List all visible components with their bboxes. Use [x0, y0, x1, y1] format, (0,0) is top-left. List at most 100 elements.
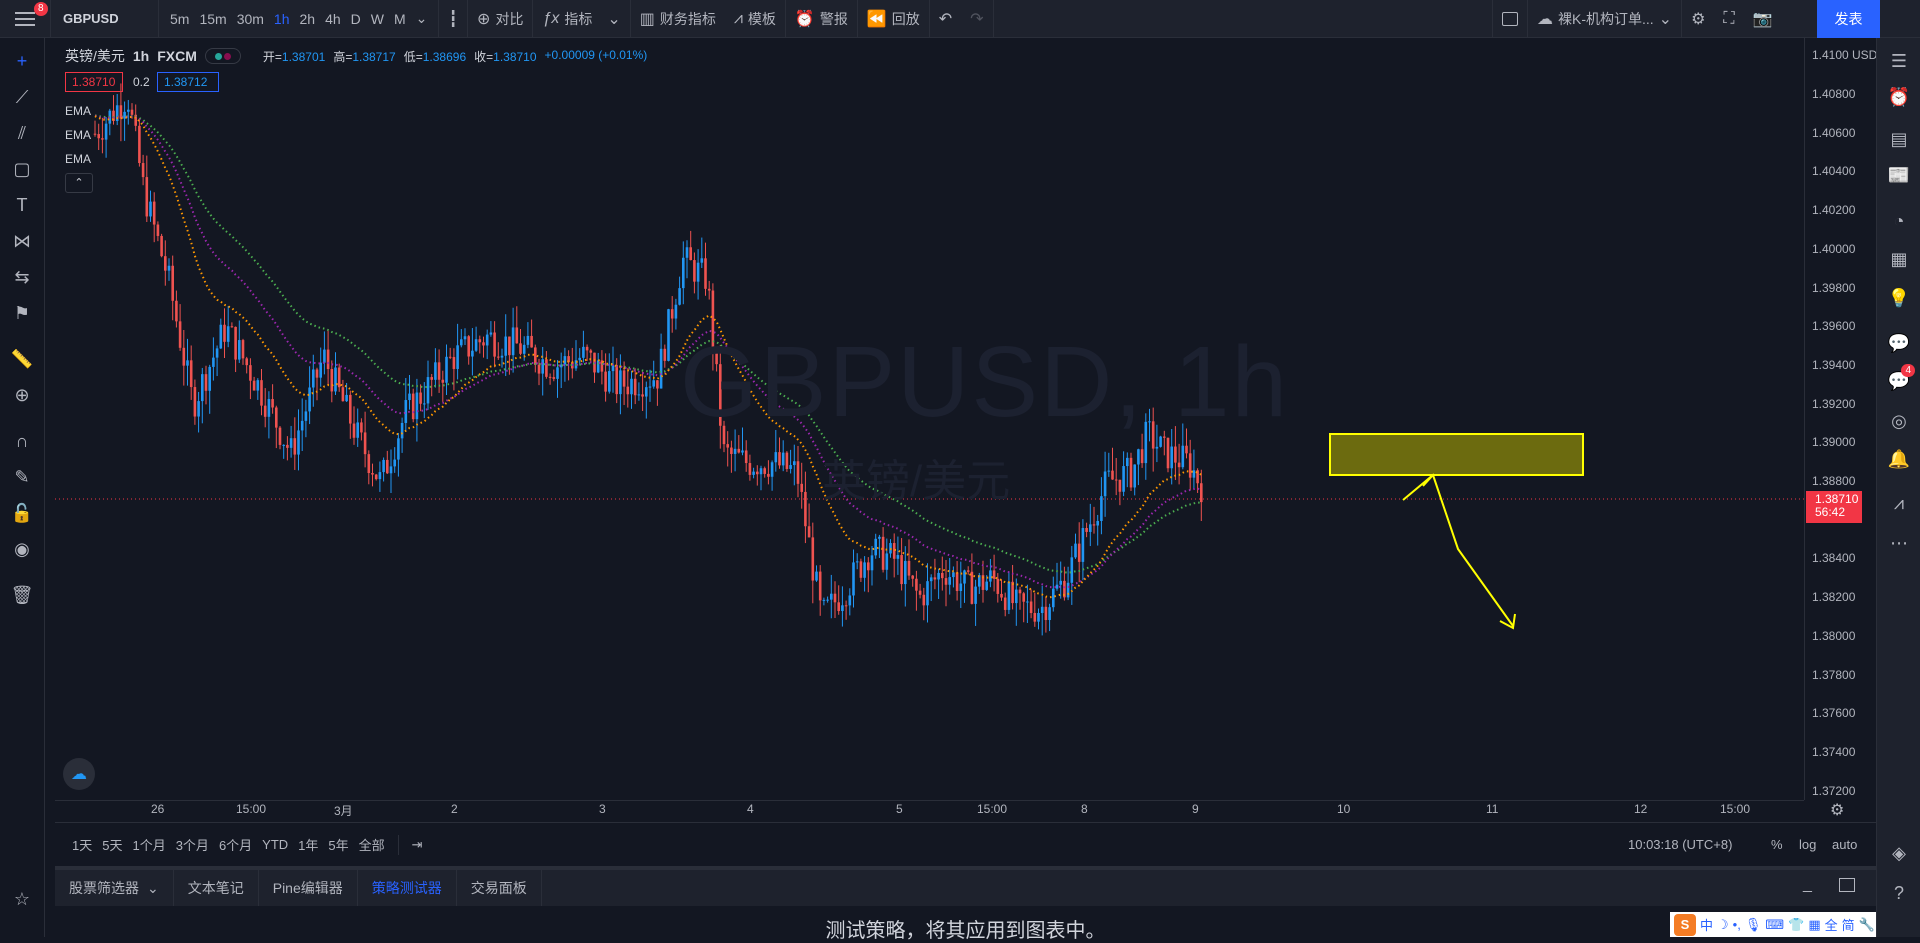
alerts-clock-icon[interactable]: ⏰	[1877, 82, 1920, 112]
trash-icon[interactable]: 🗑	[0, 580, 44, 610]
alert-button[interactable]: ⏰ 警报	[786, 0, 857, 38]
financials-button[interactable]: ▥ 财务指标	[631, 0, 725, 38]
main-menu-button[interactable]: 8	[0, 0, 50, 38]
layout-name: 裸K-机构订单...	[1558, 11, 1654, 27]
auto-scale-toggle[interactable]: auto	[1832, 837, 1857, 852]
watchlist-icon[interactable]: ☰	[1877, 46, 1920, 76]
zoom-in-icon[interactable]: ⊕	[0, 380, 44, 410]
pencil-lock-icon[interactable]: ✎	[0, 462, 44, 492]
buy-price-button[interactable]: 1.38712	[157, 72, 219, 92]
fullscreen-button[interactable]: ⛶	[1714, 0, 1743, 38]
range-5y[interactable]: 5年	[323, 835, 353, 854]
hotlists-icon[interactable]: ◔	[1877, 206, 1920, 236]
calendar-icon[interactable]: ▦	[1877, 244, 1920, 274]
sell-price-button[interactable]: 1.38710	[65, 72, 123, 92]
log-scale-toggle[interactable]: log	[1799, 837, 1816, 852]
data-window-icon[interactable]: ▤	[1877, 124, 1920, 154]
interval-1h[interactable]: 1h	[269, 11, 295, 27]
tab-trading-panel[interactable]: 交易面板	[457, 870, 542, 906]
pattern-tool-icon[interactable]: ⋈	[0, 226, 44, 256]
candle-body	[186, 360, 189, 366]
interval-30m[interactable]: 30m	[232, 11, 269, 27]
streams-icon[interactable]: ◎	[1877, 406, 1920, 436]
time-axis[interactable]	[55, 800, 1804, 822]
rectangle-tool-icon[interactable]: ▢	[0, 154, 44, 184]
range-6m[interactable]: 6个月	[214, 835, 257, 854]
minimize-panel-icon[interactable]: _	[1803, 876, 1812, 894]
indicators-button[interactable]: ƒx 指标 ⌄	[533, 0, 629, 38]
market-status-indicator[interactable]	[204, 48, 241, 64]
currency-label[interactable]: USD	[1852, 48, 1877, 62]
news-icon[interactable]: 📰	[1877, 160, 1920, 190]
range-5d[interactable]: 5天	[97, 835, 127, 854]
range-ytd[interactable]: YTD	[257, 837, 293, 852]
eye-icon[interactable]: ◉	[0, 534, 44, 564]
publish-button[interactable]: 发表	[1817, 0, 1880, 38]
compare-button[interactable]: ⊕ 对比	[468, 0, 532, 38]
star-icon[interactable]: ☆	[0, 884, 44, 914]
candle-body	[911, 575, 914, 579]
crosshair-icon[interactable]: +	[0, 46, 44, 76]
range-3m[interactable]: 3个月	[171, 835, 214, 854]
templates-button[interactable]: ⩘ 模板	[725, 0, 785, 38]
icons-tool-icon[interactable]: ⚑	[0, 298, 44, 328]
ideas-bulb-icon[interactable]: 💡	[1877, 283, 1920, 313]
interval-d[interactable]: D	[346, 11, 366, 27]
tab-text-notes[interactable]: 文本笔记	[174, 870, 259, 906]
interval-15m[interactable]: 15m	[194, 11, 231, 27]
candle-body	[604, 371, 607, 392]
timezone-clock[interactable]: 10:03:18 (UTC+8)	[1628, 837, 1732, 852]
axis-settings-gear-icon[interactable]: ⚙	[1830, 800, 1844, 820]
snapshot-button[interactable]: 📷	[1744, 0, 1782, 38]
maximize-panel-icon[interactable]	[1839, 878, 1855, 892]
collapse-legend-button[interactable]: ⌃	[65, 173, 93, 193]
chart-type-button[interactable]: ┇	[439, 0, 467, 38]
fib-tool-icon[interactable]: ⫽	[0, 118, 44, 148]
interval-5m[interactable]: 5m	[165, 11, 194, 27]
range-1d[interactable]: 1天	[67, 835, 97, 854]
lock-icon[interactable]: 🔓	[0, 498, 44, 528]
range-1m[interactable]: 1个月	[127, 835, 170, 854]
symbol-name[interactable]: 英镑/美元	[65, 46, 125, 66]
interval-2h[interactable]: 2h	[295, 11, 321, 27]
undo-button[interactable]: ↶	[930, 0, 961, 38]
magnet-icon[interactable]: ∩	[0, 426, 44, 456]
interval-4h[interactable]: 4h	[320, 11, 346, 27]
tab-pine-editor[interactable]: Pine编辑器	[259, 870, 358, 906]
prediction-tool-icon[interactable]: ⇆	[0, 262, 44, 292]
candle-body	[645, 387, 648, 397]
range-1y[interactable]: 1年	[293, 835, 323, 854]
range-all[interactable]: 全部	[354, 835, 390, 854]
price-axis[interactable]	[1804, 38, 1876, 800]
ema-legend-1[interactable]: EMA	[65, 104, 91, 118]
private-chats-icon[interactable]: 💬 4	[1877, 364, 1920, 396]
settings-button[interactable]: ⚙	[1682, 0, 1714, 38]
symbol-search[interactable]: GBPUSD	[51, 11, 158, 26]
interval-m[interactable]: M	[389, 11, 411, 27]
text-tool-icon[interactable]: T	[0, 190, 44, 220]
ema-legend-3[interactable]: EMA	[65, 152, 91, 166]
go-to-date-icon[interactable]: ⇥	[407, 837, 428, 853]
redo-button[interactable]: ↷	[961, 0, 992, 38]
replay-button[interactable]: ⏪ 回放	[858, 0, 929, 38]
dom-icon[interactable]: ⋯	[1877, 528, 1920, 558]
cloud-logo-icon[interactable]: ☁	[63, 758, 95, 790]
tab-strategy-tester[interactable]: 策略测试器	[358, 870, 457, 906]
candle-body	[286, 444, 289, 448]
chevron-down-icon[interactable]: ⌄	[411, 10, 433, 27]
layers-icon[interactable]: ◈	[1877, 838, 1920, 868]
chats-icon[interactable]: 💬	[1877, 328, 1920, 358]
ruler-icon[interactable]: 📏	[0, 344, 44, 374]
order-panel-icon[interactable]: ⩘	[1877, 488, 1920, 518]
notifications-bell-icon[interactable]: 🔔	[1877, 444, 1920, 474]
tab-label: 股票筛选器	[69, 880, 139, 896]
layout-name-dropdown[interactable]: ☁ 裸K-机构订单... ⌄	[1528, 0, 1681, 38]
trend-line-icon[interactable]: ⟋	[0, 82, 44, 112]
tab-stock-screener[interactable]: 股票筛选器 ⌄	[55, 870, 174, 906]
help-icon[interactable]: ?	[1877, 878, 1920, 908]
layout-square-button[interactable]	[1493, 0, 1527, 38]
interval-w[interactable]: W	[366, 11, 389, 27]
percent-scale-toggle[interactable]: %	[1771, 837, 1783, 852]
ema-legend-2[interactable]: EMA	[65, 128, 91, 142]
ime-toolbar[interactable]: S 中 ☽ •, 🎙 ⌨ 👕 ▦ 全 简 🔧	[1670, 912, 1876, 937]
